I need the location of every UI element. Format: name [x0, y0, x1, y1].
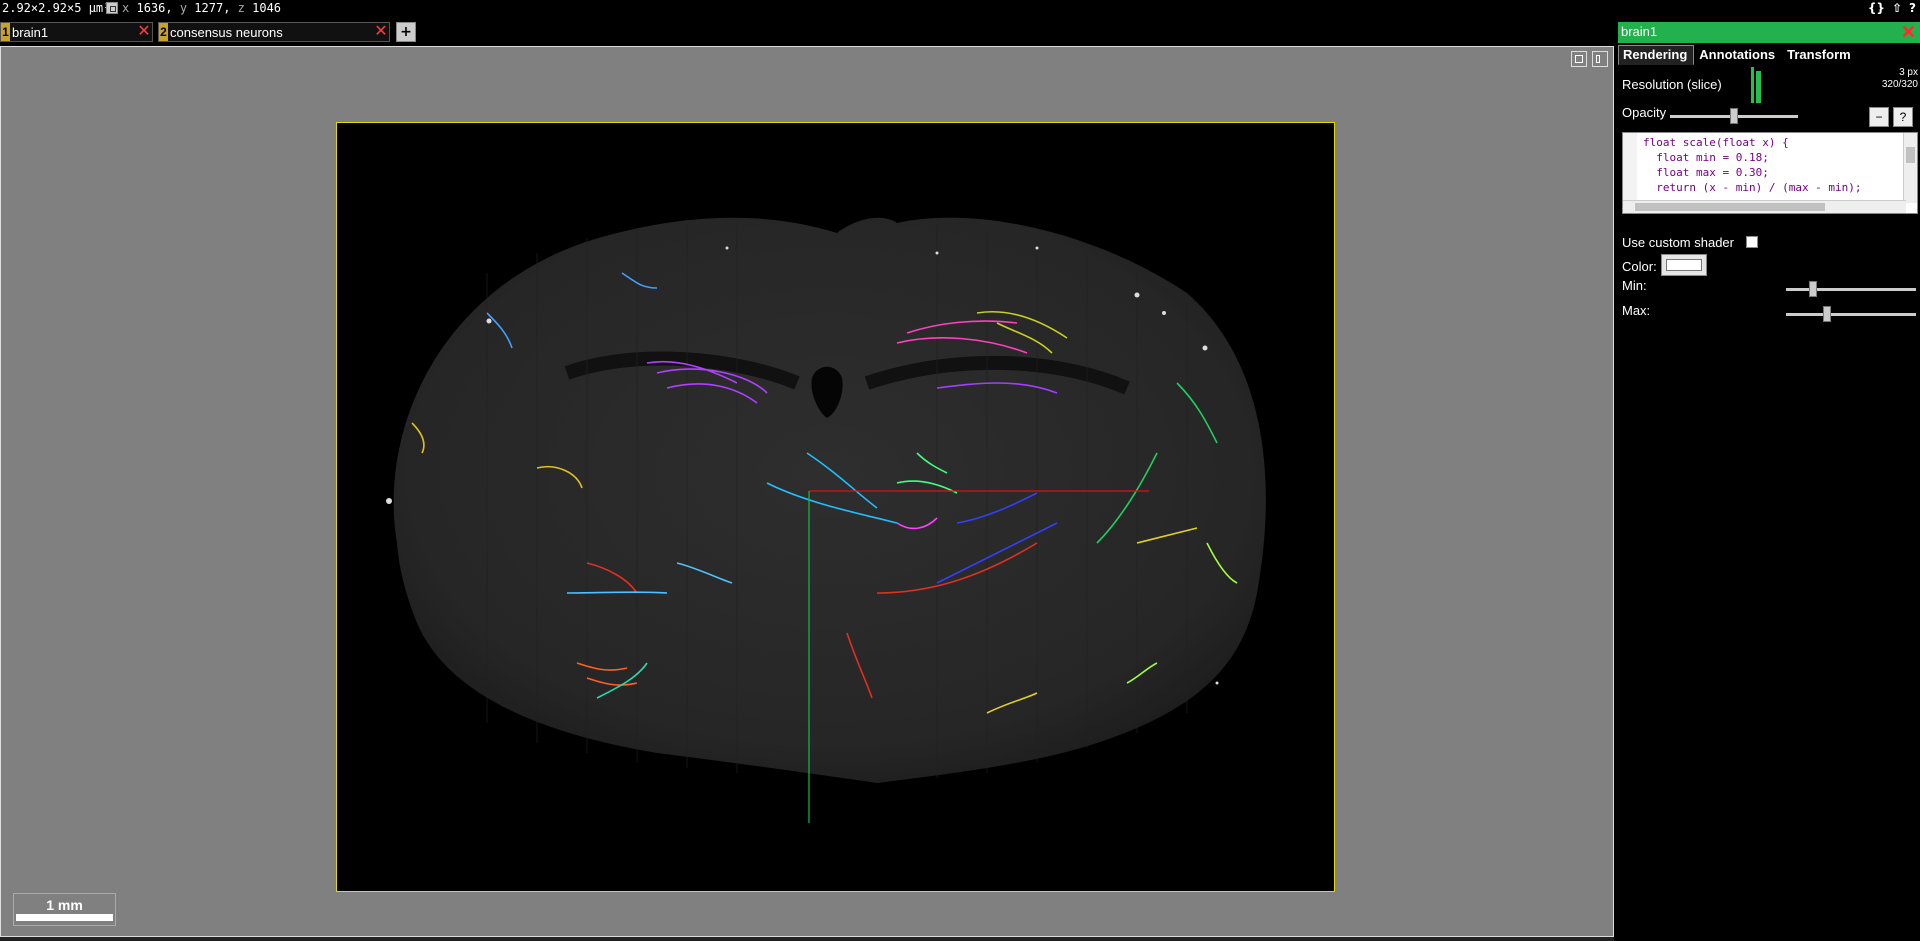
tissue-section — [393, 217, 1266, 784]
maximize-panel-icon[interactable] — [1571, 51, 1587, 67]
side-panel-tabs: Rendering Annotations Transform — [1618, 45, 1858, 65]
max-slider-track[interactable] — [1786, 313, 1916, 316]
resolution-indicator[interactable] — [1751, 67, 1761, 103]
layer-bar: 1 brain1 ✕ 2 consensus neurons ✕ + — [0, 18, 1612, 46]
code-line: return (x - min) / (max - min); — [1643, 181, 1862, 194]
close-icon[interactable]: ✕ — [373, 24, 389, 40]
resolution-label: Resolution (slice) — [1622, 77, 1722, 92]
layer-index: 1 — [1, 23, 10, 41]
z-label: z — [237, 1, 245, 15]
resolution-value: 3 px 320/320 — [1882, 67, 1918, 91]
voxel-size-label: 2.92×2.92×5 µm³ — [2, 1, 111, 15]
close-icon[interactable]: ✕ — [136, 24, 152, 40]
help-icon[interactable]: ? — [1909, 1, 1916, 15]
max-label: Max: — [1622, 303, 1651, 318]
x-label: x — [122, 1, 130, 15]
viewer-area[interactable]: 1 mm — [0, 46, 1614, 937]
use-custom-shader-checkbox[interactable] — [1746, 236, 1758, 248]
min-slider-track[interactable] — [1786, 288, 1916, 291]
side-panel-title-bar: brain1 ✕ — [1618, 22, 1920, 43]
layer-tab-brain1[interactable]: 1 brain1 ✕ — [0, 22, 153, 42]
min-label: Min: — [1622, 278, 1647, 293]
color-picker[interactable] — [1661, 254, 1707, 276]
coordinate-readout: x 1636, y 1277, z 1046 — [122, 1, 281, 15]
share-icon[interactable]: ⇧ — [1892, 1, 1902, 15]
copy-icon[interactable] — [106, 2, 118, 14]
resolution-value-px: 3 px — [1899, 67, 1918, 78]
scale-bar-line — [16, 914, 113, 921]
help-button[interactable]: ? — [1893, 107, 1913, 127]
status-bar: 2.92×2.92×5 µm³ x 1636, y 1277, z 1046 {… — [0, 0, 1920, 18]
code-line: float max = 0.30; — [1643, 166, 1769, 179]
y-label: y — [179, 1, 188, 15]
code-vertical-scrollbar[interactable] — [1903, 133, 1917, 203]
bottom-edge — [0, 937, 1614, 941]
color-label: Color: — [1622, 259, 1657, 274]
scale-bar-label: 1 mm — [46, 897, 83, 913]
opacity-label: Opacity — [1622, 105, 1667, 120]
code-line: float scale(float x) { — [1643, 136, 1789, 149]
side-panel-title[interactable]: brain1 — [1621, 24, 1657, 39]
z-value[interactable]: 1046 — [252, 1, 281, 15]
layer-tab-consensus-neurons[interactable]: 2 consensus neurons ✕ — [158, 22, 390, 42]
scale-bar: 1 mm — [13, 893, 116, 926]
use-custom-shader-label: Use custom shader — [1622, 235, 1734, 250]
minimize-button[interactable]: − — [1869, 107, 1889, 127]
add-layer-button[interactable]: + — [396, 22, 416, 42]
max-slider-thumb[interactable] — [1823, 306, 1831, 322]
layer-index: 2 — [159, 23, 168, 41]
code-horizontal-scrollbar[interactable] — [1623, 200, 1906, 213]
layer-side-panel: brain1 ✕ Rendering Annotations Transform… — [1618, 22, 1920, 941]
layer-name[interactable]: consensus neurons — [168, 25, 373, 40]
code-line: float min = 0.18; — [1643, 151, 1769, 164]
tab-rendering[interactable]: Rendering — [1618, 45, 1695, 65]
brain-slice-image[interactable] — [337, 123, 1335, 892]
shader-code[interactable]: float scale(float x) { float min = 0.18;… — [1623, 133, 1903, 201]
tab-transform[interactable]: Transform — [1782, 45, 1858, 65]
min-slider-thumb[interactable] — [1809, 281, 1817, 297]
close-icon[interactable]: ✕ — [1901, 22, 1916, 42]
top-right-icons: {} ⇧ ? — [1868, 1, 1916, 15]
slice-view-panel[interactable] — [336, 122, 1335, 892]
layer-name[interactable]: brain1 — [10, 25, 136, 40]
tab-annotations[interactable]: Annotations — [1694, 45, 1782, 65]
layout-icon[interactable] — [1592, 51, 1608, 67]
y-value[interactable]: 1277, — [194, 1, 230, 15]
resolution-value-count: 320/320 — [1881, 79, 1918, 90]
x-value[interactable]: 1636, — [136, 1, 172, 15]
shader-code-editor[interactable]: float scale(float x) { float min = 0.18;… — [1622, 132, 1918, 214]
opacity-slider-thumb[interactable] — [1730, 108, 1738, 124]
json-state-icon[interactable]: {} — [1868, 1, 1885, 15]
